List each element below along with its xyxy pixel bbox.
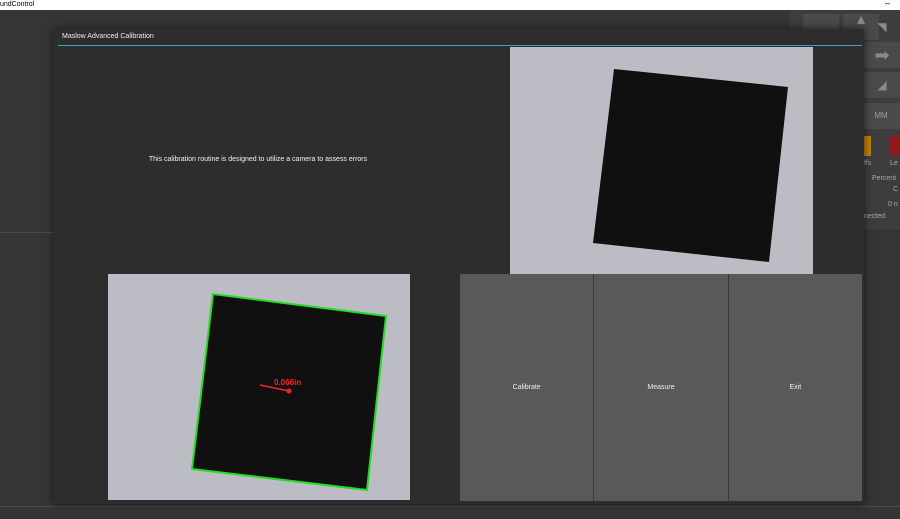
status-indicator [890,136,900,156]
minimize-button[interactable]: – [885,0,890,8]
calibrate-button[interactable]: Calibrate [460,274,595,501]
camera-image-processed [108,274,410,500]
background-text: 0 n [888,201,898,208]
measurement-label: 0.066in [274,378,302,387]
background-text: ffs [864,160,872,167]
calibration-square [593,69,788,262]
background-text: C [893,186,899,193]
background-divider [0,506,900,507]
background-text: Percent [872,175,897,182]
camera-image-raw [510,47,813,274]
arrow-diagonal-icon: ◢ [877,78,887,92]
background-text: Le [890,160,898,167]
os-titlebar: undControl – [0,0,900,10]
background-text: nected [864,213,886,220]
arrow-right-icon: ➡ [874,45,890,65]
calibration-description: This calibration routine is designed to … [148,156,368,163]
title-divider [58,45,862,46]
exit-button[interactable]: Exit [728,274,862,501]
calibration-dialog: Maslow Advanced Calibration This calibra… [54,29,864,504]
action-buttons: Calibrate Measure Exit [460,274,862,501]
measure-button[interactable]: Measure [594,274,729,501]
dialog-title: Maslow Advanced Calibration [62,33,154,40]
camera-view-raw [510,47,813,274]
camera-view-processed: 0.066in [108,274,410,500]
window-title: undControl [0,1,35,8]
units-mm-button: MM [862,103,900,129]
background-divider [0,232,54,233]
center-point [286,388,292,394]
